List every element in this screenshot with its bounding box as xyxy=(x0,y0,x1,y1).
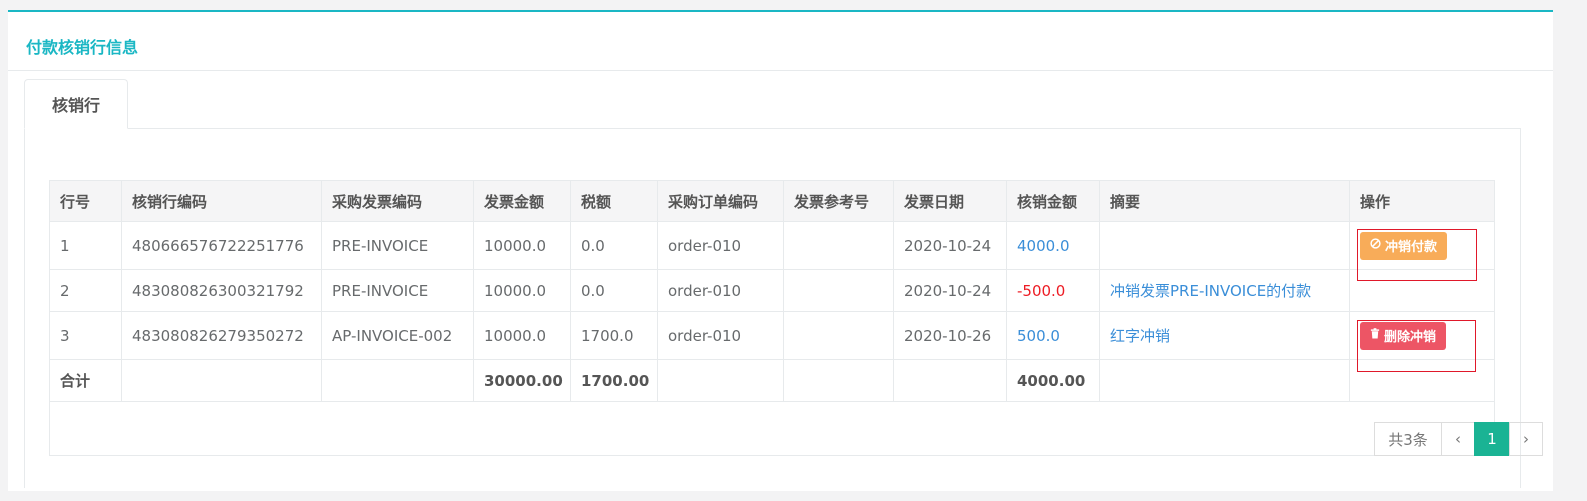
chevron-right-icon[interactable]: › xyxy=(1509,422,1543,456)
col-header: 操作 xyxy=(1349,180,1495,222)
cell-line-no: 2 xyxy=(49,269,122,312)
cell-tax: 0.0 xyxy=(570,221,658,270)
pager-cell xyxy=(49,401,1495,456)
total-tax: 1700.00 xyxy=(570,359,658,402)
cell-writeoff-amount[interactable]: 4000.0 xyxy=(1006,221,1100,270)
panel-title: 付款核销行信息 xyxy=(26,38,139,57)
cell-invoice-amount: 10000.0 xyxy=(473,311,571,360)
cell-order-code: order-010 xyxy=(657,269,784,312)
cell-line-code: 480666576722251776 xyxy=(121,221,322,270)
page-1-button[interactable]: 1 xyxy=(1474,422,1510,456)
total-label: 合计 xyxy=(49,359,122,402)
cell-empty xyxy=(321,359,474,402)
cell-invoice-ref xyxy=(783,221,894,270)
col-header: 摘要 xyxy=(1099,180,1350,222)
col-header: 发票日期 xyxy=(893,180,1007,222)
col-header: 发票参考号 xyxy=(783,180,894,222)
cell-invoice-code: PRE-INVOICE xyxy=(321,269,474,312)
cell-line-code: 483080826279350272 xyxy=(121,311,322,360)
cell-tax: 1700.0 xyxy=(570,311,658,360)
col-header: 税额 xyxy=(570,180,658,222)
col-header: 采购订单编码 xyxy=(657,180,784,222)
col-header: 行号 xyxy=(49,180,122,222)
cell-empty xyxy=(893,359,1007,402)
total-writeoff: 4000.00 xyxy=(1006,359,1100,402)
col-header: 采购发票编码 xyxy=(321,180,474,222)
cell-line-no: 3 xyxy=(49,311,122,360)
col-header: 核销行编码 xyxy=(121,180,322,222)
cell-order-code: order-010 xyxy=(657,221,784,270)
cell-invoice-code: PRE-INVOICE xyxy=(321,221,474,270)
chevron-left-icon[interactable]: ‹ xyxy=(1441,422,1475,456)
cell-invoice-amount: 10000.0 xyxy=(473,221,571,270)
cell-summary xyxy=(1099,221,1350,270)
tab-writeoff-lines[interactable]: 核销行 xyxy=(24,79,128,129)
cell-invoice-code: AP-INVOICE-002 xyxy=(321,311,474,360)
cell-writeoff-amount[interactable]: 500.0 xyxy=(1006,311,1100,360)
table-row: 1 480666576722251776 PRE-INVOICE 10000.0… xyxy=(49,221,1495,270)
cell-invoice-date: 2020-10-26 xyxy=(893,311,1007,360)
total-row: 合计 30000.00 1700.00 4000.00 xyxy=(49,359,1495,402)
cell-writeoff-amount[interactable]: -500.0 xyxy=(1006,269,1100,312)
cell-invoice-amount: 10000.0 xyxy=(473,269,571,312)
pagination-total: 共3条 xyxy=(1374,422,1442,456)
col-header: 核销金额 xyxy=(1006,180,1100,222)
col-header: 发票金额 xyxy=(473,180,571,222)
cell-empty xyxy=(783,359,894,402)
cell-empty xyxy=(1099,359,1350,402)
cell-line-code: 483080826300321792 xyxy=(121,269,322,312)
table-row: 3 483080826279350272 AP-INVOICE-002 1000… xyxy=(49,311,1495,360)
pager-row xyxy=(49,401,1495,456)
highlight-box xyxy=(1357,229,1477,281)
cell-invoice-ref xyxy=(783,311,894,360)
cell-empty xyxy=(657,359,784,402)
cell-tax: 0.0 xyxy=(570,269,658,312)
cell-invoice-date: 2020-10-24 xyxy=(893,269,1007,312)
cell-order-code: order-010 xyxy=(657,311,784,360)
panel-header: 付款核销行信息 xyxy=(8,12,1553,71)
cell-summary[interactable]: 红字冲销 xyxy=(1099,311,1350,360)
cell-line-no: 1 xyxy=(49,221,122,270)
total-amount: 30000.00 xyxy=(473,359,571,402)
cell-summary[interactable]: 冲销发票PRE-INVOICE的付款 xyxy=(1099,269,1350,312)
table-row: 2 483080826300321792 PRE-INVOICE 10000.0… xyxy=(49,269,1495,312)
highlight-box xyxy=(1357,320,1476,372)
writeoff-table: 行号 核销行编码 采购发票编码 发票金额 税额 采购订单编码 发票参考号 发票日… xyxy=(49,180,1495,456)
cell-invoice-ref xyxy=(783,269,894,312)
pagination: 共3条 ‹ 1 › xyxy=(1374,422,1543,456)
cell-invoice-date: 2020-10-24 xyxy=(893,221,1007,270)
cell-empty xyxy=(121,359,322,402)
table-header-row: 行号 核销行编码 采购发票编码 发票金额 税额 采购订单编码 发票参考号 发票日… xyxy=(49,180,1495,222)
